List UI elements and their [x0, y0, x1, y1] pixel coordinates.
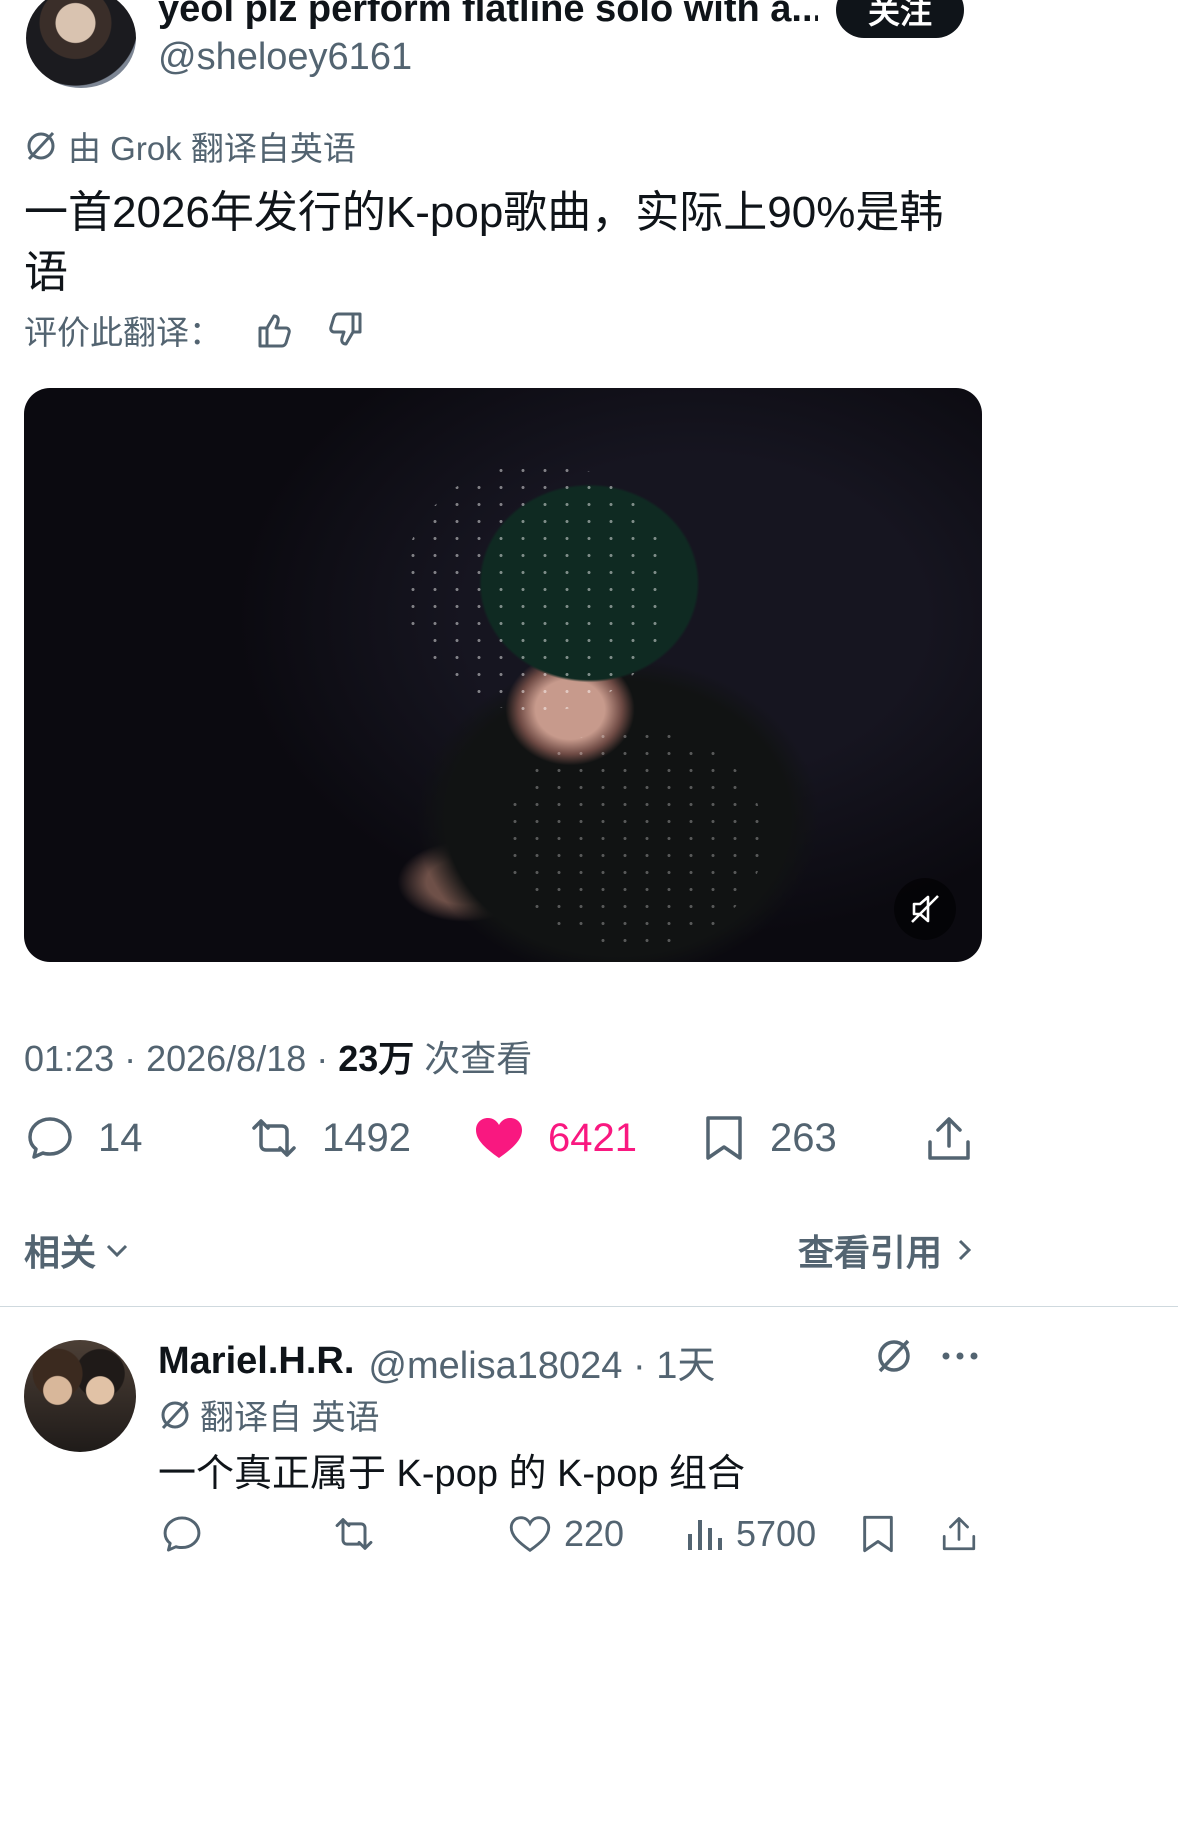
reply-views-action[interactable]: 5700	[684, 1512, 816, 1556]
tweet-meta: 01:23 · 2026/8/18 · 23万 次查看	[24, 1030, 532, 1082]
heart-icon	[472, 1112, 526, 1164]
retweet-icon	[246, 1112, 302, 1164]
reply-text: 一个真正属于 K-pop 的 K-pop 组合	[158, 1453, 746, 1495]
more-options-button[interactable]	[940, 1346, 980, 1366]
reply-bookmark-action[interactable]	[858, 1512, 898, 1556]
bookmark-icon	[863, 1515, 893, 1553]
reply-translation-row: 翻译自 英语	[158, 1390, 379, 1439]
author-display-name[interactable]: yeol plz perform flatline solo with a...	[158, 0, 818, 31]
reply-handle-time[interactable]: @melisa18024 · 1天	[368, 1334, 715, 1389]
heart-outline-icon	[508, 1512, 552, 1556]
video-frame-detail	[402, 462, 672, 712]
reply-header: Mariel.H.R. @melisa18024 · 1天	[158, 1334, 715, 1389]
reply-translate-button[interactable]	[874, 1336, 914, 1376]
mute-button[interactable]	[894, 878, 956, 940]
share-icon	[942, 1517, 976, 1551]
view-quotes-label: 查看引用	[798, 1232, 943, 1273]
related-toggle[interactable]: 相关	[24, 1224, 132, 1276]
reply-like-action[interactable]: 220	[508, 1512, 624, 1556]
bookmark-count: 263	[770, 1115, 837, 1160]
retweet-icon	[335, 1518, 373, 1550]
rate-translation-row: 评价此翻译：	[24, 306, 366, 354]
follow-button[interactable]: 关注	[836, 0, 964, 38]
translate-icon	[24, 129, 58, 163]
reply-retweet-action[interactable]	[330, 1512, 378, 1556]
follow-button-label: 关注	[867, 0, 932, 30]
share-icon	[928, 1117, 970, 1160]
share-button[interactable]	[922, 1112, 976, 1166]
video-player[interactable]	[24, 388, 982, 962]
view-quotes-link[interactable]: 查看引用	[798, 1224, 978, 1276]
reply-display-name[interactable]: Mariel.H.R.	[158, 1340, 354, 1383]
grok-translation-row: 由 Grok 翻译自英语	[24, 122, 356, 170]
more-horizontal-icon	[942, 1352, 978, 1360]
reply-author-avatar[interactable]	[24, 1340, 136, 1452]
retweet-count: 1492	[322, 1115, 411, 1160]
video-frame-detail-lower	[504, 728, 764, 948]
chevron-right-icon	[952, 1235, 978, 1265]
tweet-text-line-1: 一首2026年发行的K-pop歌曲，实际上90%是韩	[24, 188, 944, 237]
reply-view-count: 5700	[736, 1513, 817, 1554]
related-label: 相关	[24, 1232, 97, 1273]
rate-translation-label: 评价此翻译：	[24, 314, 222, 351]
reply-icon	[163, 1516, 201, 1552]
tweet-text-line-2: 语	[24, 248, 68, 297]
bookmark-action[interactable]: 263	[700, 1112, 837, 1164]
translate-icon	[158, 1398, 192, 1432]
muted-speaker-icon	[911, 895, 939, 923]
like-action[interactable]: 6421	[472, 1112, 637, 1164]
tweet-timestamp[interactable]: 01:23 · 2026/8/18 ·	[24, 1038, 338, 1079]
bookmark-icon	[700, 1112, 748, 1164]
retweet-action[interactable]: 1492	[246, 1112, 411, 1164]
reply-reply-action[interactable]	[160, 1512, 204, 1556]
author-avatar[interactable]	[26, 0, 136, 88]
translate-icon	[878, 1339, 910, 1373]
author-handle[interactable]: @sheloey6161	[158, 36, 412, 79]
reply-share-button[interactable]	[938, 1512, 980, 1556]
translated-by-label: 由 Grok 翻译自英语	[68, 130, 356, 167]
reply-icon	[24, 1112, 76, 1164]
thumbs-up-icon[interactable]	[254, 310, 294, 350]
reply-like-count: 220	[564, 1513, 625, 1554]
reply-action[interactable]: 14	[24, 1112, 143, 1164]
reply-count: 14	[98, 1115, 143, 1160]
view-count-label: 次查看	[414, 1038, 533, 1079]
thumbs-down-icon[interactable]	[326, 310, 366, 350]
chevron-down-icon	[102, 1235, 132, 1265]
section-divider	[0, 1306, 1178, 1307]
like-count: 6421	[548, 1115, 637, 1160]
view-count: 23万	[338, 1038, 415, 1079]
analytics-icon	[684, 1512, 724, 1556]
reply-translated-from: 翻译自 英语	[200, 1399, 380, 1437]
